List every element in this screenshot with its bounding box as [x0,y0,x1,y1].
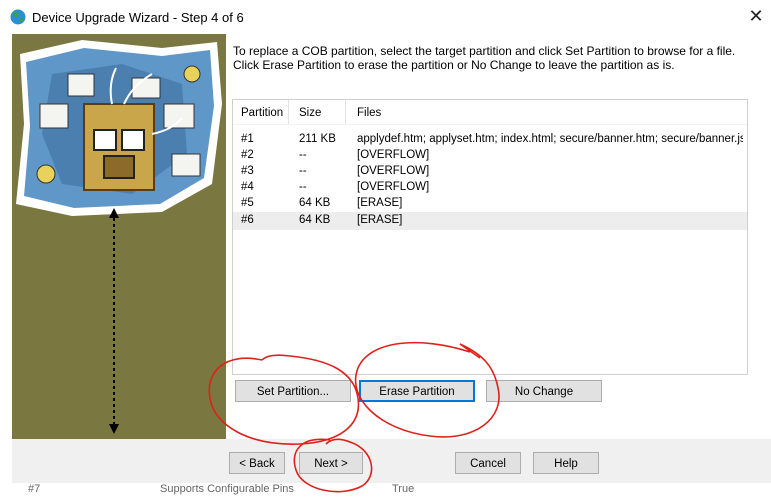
table-row[interactable]: #2 -- [OVERFLOW] [233,148,747,164]
column-header-size[interactable]: Size [299,107,321,119]
no-change-button[interactable]: No Change [486,380,602,402]
partition-list[interactable]: Partition Size Files #1 211 KB applydef.… [232,99,748,375]
column-divider[interactable] [288,100,289,124]
back-button[interactable]: < Back [229,452,285,474]
table-row[interactable]: #5 64 KB [ERASE] [233,196,747,212]
partition-cell: #2 [241,149,254,161]
set-partition-button[interactable]: Set Partition... [235,380,351,402]
close-icon[interactable]: ✕ [745,5,767,27]
wizard-nav-bar: < Back Next > Cancel Help [12,439,771,483]
size-cell: 64 KB [299,214,331,226]
files-cell: [OVERFLOW] [357,165,430,177]
partition-cell: #5 [241,197,254,209]
column-header-partition[interactable]: Partition [241,107,283,119]
size-cell: -- [299,165,307,177]
wizard-artwork [12,34,226,439]
instructions-text: To replace a COB partition, select the t… [233,44,736,72]
next-button[interactable]: Next > [299,452,363,474]
table-row[interactable]: #1 211 KB applydef.htm; applyset.htm; in… [233,132,747,148]
size-cell: -- [299,181,307,193]
cancel-button[interactable]: Cancel [455,452,521,474]
files-cell: [ERASE] [357,197,403,209]
background-window-row: #7 Supports Configurable Pins True [0,483,771,503]
files-cell: [ERASE] [357,214,403,226]
title-bar: Device Upgrade Wizard - Step 4 of 6 ✕ [0,0,771,30]
background-cell: True [392,483,415,495]
table-row[interactable]: #4 -- [OVERFLOW] [233,180,747,196]
partition-cell: #3 [241,165,254,177]
size-cell: 64 KB [299,197,331,209]
wizard-illustration [12,34,226,439]
list-header: Partition Size Files [233,100,747,125]
background-cell: #7 [28,483,41,495]
partition-cell: #4 [241,181,254,193]
partition-cell: #1 [241,133,254,145]
globe-icon [10,9,26,25]
help-button[interactable]: Help [533,452,599,474]
column-header-files[interactable]: Files [357,107,381,119]
table-row[interactable]: #3 -- [OVERFLOW] [233,164,747,180]
size-cell: -- [299,149,307,161]
files-cell: [OVERFLOW] [357,149,430,161]
partition-cell: #6 [241,214,254,226]
table-row-selected[interactable]: #6 64 KB [ERASE] [233,212,747,230]
erase-partition-button[interactable]: Erase Partition [359,380,475,402]
window-title: Device Upgrade Wizard - Step 4 of 6 [32,10,244,25]
files-cell: applydef.htm; applyset.htm; index.html; … [357,133,743,145]
column-divider[interactable] [345,100,346,124]
files-cell: [OVERFLOW] [357,181,430,193]
background-cell: Supports Configurable Pins [160,483,294,495]
size-cell: 211 KB [299,133,336,145]
